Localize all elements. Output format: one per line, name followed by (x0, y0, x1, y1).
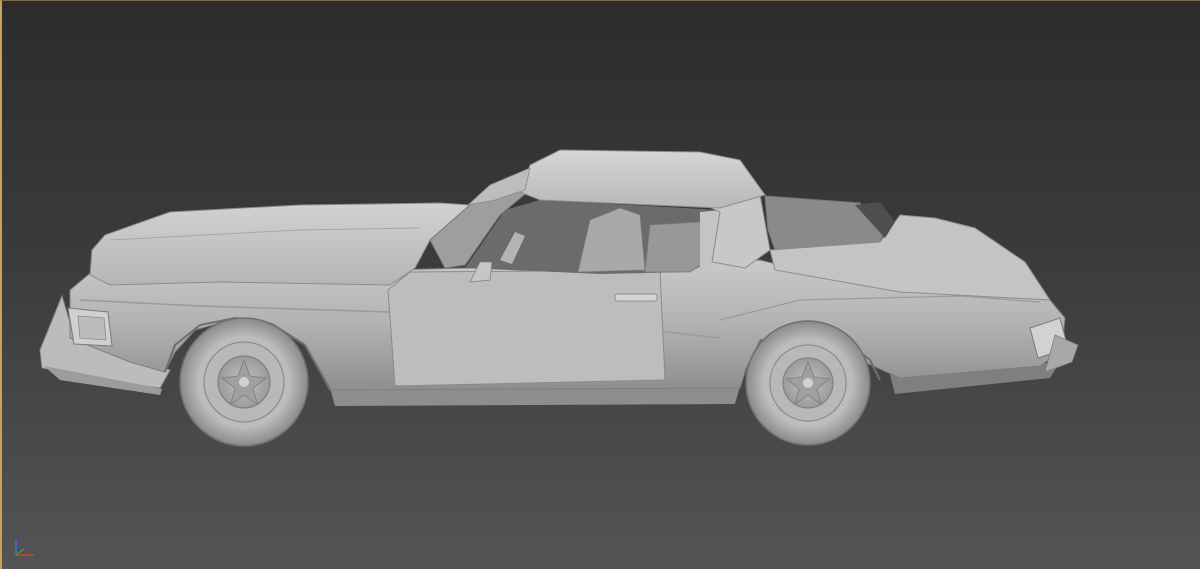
door-panel (387, 269, 666, 387)
rear-wheel (745, 320, 871, 446)
roof (519, 149, 766, 209)
axis-gizmo-icon (15, 540, 34, 556)
seat-rear (644, 221, 706, 273)
car-model[interactable] (0, 0, 1200, 569)
front-wheel (179, 317, 309, 447)
3d-viewport[interactable] (0, 0, 1200, 569)
headlight (77, 315, 107, 341)
door-handle (614, 293, 658, 302)
y-axis-icon (15, 548, 25, 556)
